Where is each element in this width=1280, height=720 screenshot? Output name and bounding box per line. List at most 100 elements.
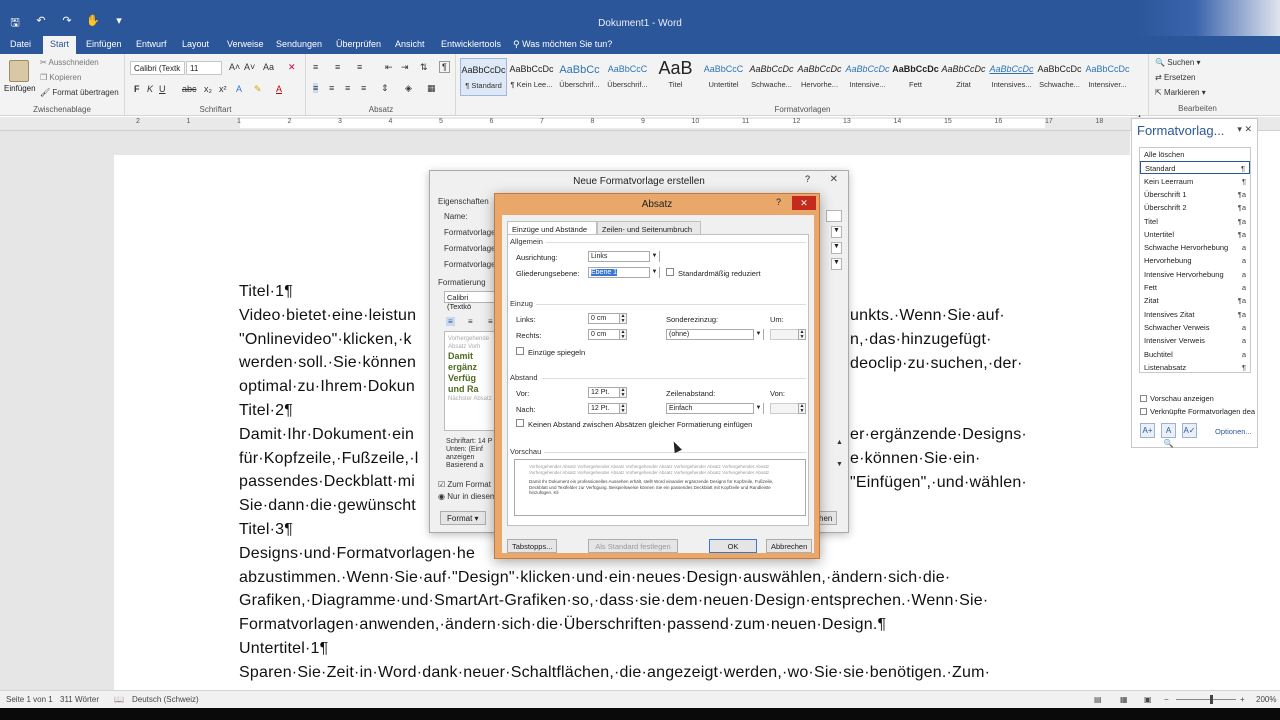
- cut-button[interactable]: ✂ Ausschneiden: [40, 58, 99, 67]
- strikethrough-icon[interactable]: abc: [182, 84, 197, 94]
- close-icon[interactable]: ✕: [830, 174, 838, 185]
- format-painter-button[interactable]: 🖌 Format übertragen: [40, 88, 119, 97]
- decrease-indent-icon[interactable]: ⇤: [385, 62, 393, 73]
- page-count[interactable]: Seite 1 von 1: [6, 695, 53, 704]
- tabs-button[interactable]: Tabstopps...: [507, 539, 557, 553]
- only-this-doc-radio[interactable]: ◉ Nur in diesem: [438, 492, 497, 501]
- print-layout-icon[interactable]: ▦: [1120, 695, 1128, 704]
- add-to-gallery-checkbox[interactable]: ☑ Zum Format: [438, 480, 491, 489]
- proofing-icon[interactable]: 📖: [114, 695, 124, 704]
- styles-pane-item[interactable]: Intensive Hervorhebung a: [1140, 268, 1250, 281]
- superscript-icon[interactable]: x²: [219, 84, 227, 94]
- help-icon[interactable]: ?: [776, 197, 781, 207]
- align-left-icon[interactable]: ≡: [446, 317, 455, 326]
- tab-ansicht[interactable]: Ansicht: [395, 39, 425, 49]
- horizontal-ruler[interactable]: 2 1 1 2 3 4 5 6 7 8 9 10 11 12 13 14 15 16 17 18: [0, 117, 1280, 131]
- styles-pane-item[interactable]: Überschrift 1 ¶a: [1140, 188, 1250, 201]
- style-gallery-item[interactable]: AaBbCcDc Intensiver...: [1084, 58, 1131, 96]
- bullets-icon[interactable]: ≡: [313, 62, 318, 72]
- align-center-icon[interactable]: ≡: [468, 317, 473, 326]
- show-preview-checkbox[interactable]: Vorschau anzeigen: [1140, 394, 1214, 403]
- clear-format-icon[interactable]: ✕: [288, 62, 296, 73]
- styles-pane-item[interactable]: Fett a: [1140, 281, 1250, 294]
- mirror-indents-checkbox[interactable]: [516, 347, 524, 355]
- scroll-down-icon[interactable]: ▼: [836, 461, 843, 468]
- highlight-icon[interactable]: ✎: [254, 84, 262, 95]
- zoom-in-icon[interactable]: +: [1240, 695, 1245, 704]
- styles-pane-item[interactable]: Zitat ¶a: [1140, 294, 1250, 307]
- tab-layout[interactable]: Layout: [182, 39, 209, 49]
- styles-pane-item[interactable]: Kein Leerraum ¶: [1140, 175, 1250, 188]
- style-gallery-item[interactable]: AaBbCcDc Schwache...: [748, 58, 795, 96]
- styles-pane-item[interactable]: Standard ¶: [1140, 161, 1250, 175]
- tell-me-search[interactable]: ⚲ Was möchten Sie tun?: [513, 39, 612, 50]
- show-marks-icon[interactable]: ¶: [439, 61, 450, 73]
- text-effects-icon[interactable]: A: [236, 84, 242, 94]
- align-left-icon[interactable]: ≡: [313, 83, 319, 93]
- new-style-icon[interactable]: A+: [1140, 423, 1155, 438]
- help-icon[interactable]: ?: [805, 174, 810, 184]
- set-default-button[interactable]: Als Standard festlegen: [588, 539, 678, 553]
- font-select[interactable]: Calibri (Textkö: [444, 291, 496, 311]
- tab-entwurf[interactable]: Entwurf: [136, 39, 167, 49]
- collapsed-checkbox[interactable]: [666, 268, 674, 276]
- styles-pane-item[interactable]: Intensives Zitat ¶a: [1140, 308, 1250, 321]
- options-link[interactable]: Optionen...: [1215, 427, 1252, 436]
- style-gallery-item[interactable]: AaBbCcDc ¶ Standard: [460, 58, 507, 96]
- linked-styles-checkbox[interactable]: Verknüpfte Formatvorlagen dea: [1140, 407, 1255, 416]
- read-mode-icon[interactable]: ▤: [1094, 695, 1102, 704]
- tab-datei[interactable]: Datei: [10, 39, 31, 49]
- tab-start[interactable]: Start: [43, 36, 77, 54]
- zoom-slider-thumb[interactable]: [1210, 695, 1213, 704]
- line-spacing-icon[interactable]: ⇕: [381, 83, 389, 94]
- chevron-down-icon[interactable]: ▼: [753, 329, 763, 340]
- scroll-up-icon[interactable]: ▲: [836, 439, 843, 446]
- spinner-icon[interactable]: ▲ ▼: [798, 329, 806, 340]
- spinner-icon[interactable]: ▲ ▼: [798, 403, 806, 414]
- style-gallery-item[interactable]: AaBbCcDc Intensive...: [844, 58, 891, 96]
- tab-entwicklertools[interactable]: Entwicklertools: [441, 39, 501, 49]
- spinner-icon[interactable]: ▲ ▼: [619, 329, 627, 340]
- spinner-icon[interactable]: ▲ ▼: [619, 387, 627, 398]
- change-case-icon[interactable]: Aa: [263, 62, 274, 72]
- style-gallery-item[interactable]: AaBbCcDc Schwache...: [1036, 58, 1083, 96]
- pane-menu-icon[interactable]: ▾: [1237, 124, 1242, 134]
- borders-icon[interactable]: ▦: [427, 83, 436, 94]
- styles-pane-item[interactable]: Überschrift 2 ¶a: [1140, 201, 1250, 214]
- justify-icon[interactable]: ≡: [361, 83, 366, 93]
- font-name-select[interactable]: Calibri (Textk: [130, 61, 185, 75]
- paste-button[interactable]: Einfügen: [4, 60, 36, 93]
- style-gallery-item[interactable]: AaB Titel: [652, 58, 699, 96]
- styles-pane-item[interactable]: Buchtitel a: [1140, 348, 1250, 361]
- zoom-slider[interactable]: [1176, 699, 1236, 700]
- sort-icon[interactable]: ⇅: [420, 62, 428, 73]
- tab-einfuegen[interactable]: Einfügen: [86, 39, 122, 49]
- style-gallery-item[interactable]: AaBbCcDc Fett: [892, 58, 939, 96]
- align-center-icon[interactable]: ≡: [329, 83, 334, 93]
- chevron-down-icon[interactable]: ▼: [649, 267, 659, 278]
- multilevel-list-icon[interactable]: ≡: [357, 62, 362, 72]
- styles-pane-item[interactable]: Schwache Hervorhebung a: [1140, 241, 1250, 254]
- underline-icon[interactable]: U: [159, 84, 166, 94]
- web-layout-icon[interactable]: ▣: [1144, 695, 1152, 704]
- style-gallery-item[interactable]: AaBbCcDc Intensives...: [988, 58, 1035, 96]
- styles-pane-item[interactable]: Intensiver Verweis a: [1140, 334, 1250, 347]
- bold-icon[interactable]: F: [134, 84, 140, 94]
- tab-sendungen[interactable]: Sendungen: [276, 39, 322, 49]
- spacing-after-field[interactable]: 12 Pt.: [588, 403, 620, 414]
- font-color-icon[interactable]: A: [276, 84, 282, 94]
- line-spacing-select[interactable]: Einfach: [666, 403, 764, 414]
- styles-pane-item[interactable]: Listenabsatz ¶: [1140, 361, 1250, 374]
- indent-left-field[interactable]: 0 cm: [588, 313, 620, 324]
- zoom-out-icon[interactable]: −: [1164, 695, 1169, 704]
- tab-ueberpruefen[interactable]: Überprüfen: [336, 39, 381, 49]
- select-button[interactable]: ⇱ Markieren ▾: [1155, 88, 1206, 97]
- ok-button[interactable]: OK: [709, 539, 757, 553]
- align-right-icon[interactable]: ≡: [345, 83, 350, 93]
- styles-pane-item[interactable]: Untertitel ¶a: [1140, 228, 1250, 241]
- style-type-dropdown-icon[interactable]: ▼: [831, 226, 842, 238]
- style-next-dropdown-icon[interactable]: ▼: [831, 258, 842, 270]
- indent-right-field[interactable]: 0 cm: [588, 329, 620, 340]
- spinner-icon[interactable]: ▲ ▼: [619, 313, 627, 324]
- manage-styles-icon[interactable]: A✓: [1182, 423, 1197, 438]
